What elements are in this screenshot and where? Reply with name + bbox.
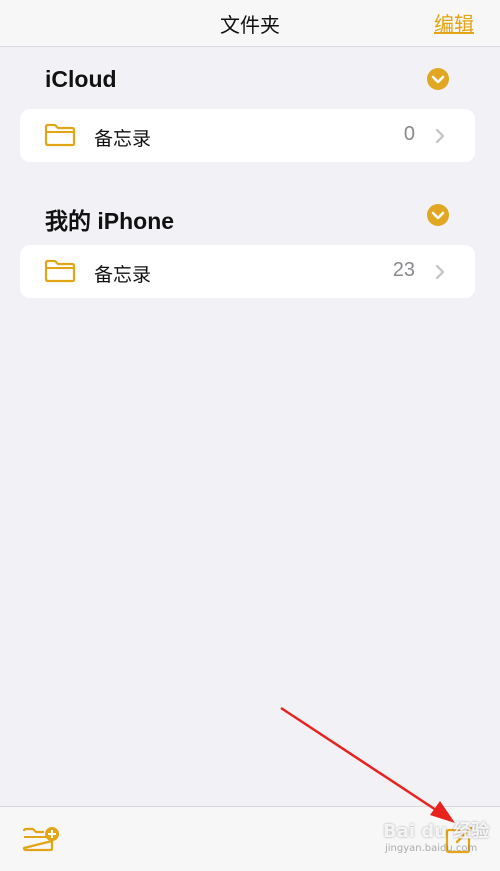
watermark-url: jingyan.baidu.com	[385, 843, 478, 854]
folder-plus-icon[interactable]	[22, 825, 60, 853]
folder-row-iphone-notes[interactable]: 备忘录 23	[20, 245, 475, 298]
folder-name: 备忘录	[94, 129, 152, 150]
folder-note-count: 0	[403, 123, 415, 145]
watermark-logo: Bai du 经验	[383, 821, 490, 842]
chevron-right-icon	[435, 128, 445, 144]
collapse-my-iphone-button[interactable]	[427, 204, 449, 226]
section-header-my-iphone: 我的 iPhone	[45, 208, 175, 234]
page-title: 文件夹	[220, 15, 280, 37]
chevron-right-icon	[435, 264, 445, 280]
folder-icon	[44, 123, 76, 147]
chevron-down-icon	[431, 75, 445, 84]
collapse-icloud-button[interactable]	[427, 68, 449, 90]
section-header-icloud: iCloud	[45, 66, 117, 92]
chevron-down-icon	[431, 211, 445, 220]
edit-button[interactable]: 编辑	[434, 8, 474, 37]
folder-note-count: 23	[392, 259, 415, 281]
folder-row-icloud-notes[interactable]: 备忘录 0	[20, 109, 475, 162]
folder-name: 备忘录	[94, 265, 152, 286]
navigation-bar: 文件夹 编辑	[0, 0, 500, 47]
folder-icon	[44, 259, 76, 283]
